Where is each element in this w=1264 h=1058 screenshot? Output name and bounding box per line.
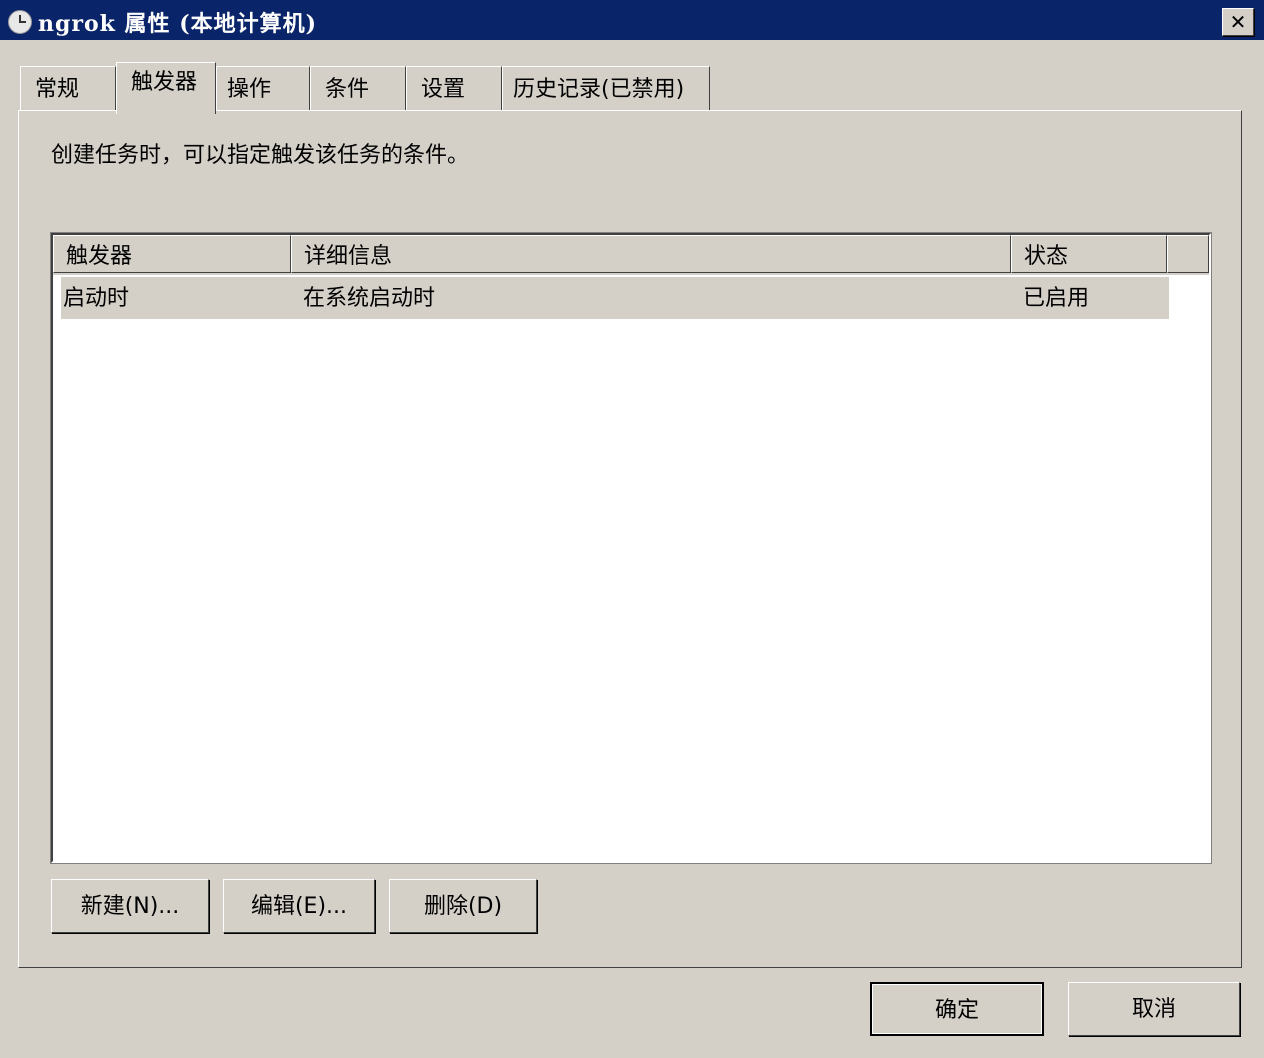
tab-triggers[interactable]: 触发器 — [116, 62, 216, 114]
cancel-button[interactable]: 取消 — [1068, 982, 1240, 1036]
delete-button[interactable]: 删除(D) — [389, 879, 537, 933]
clock-icon — [8, 10, 32, 34]
cell-status: 已启用 — [1023, 286, 1090, 311]
new-button[interactable]: 新建(N)... — [51, 879, 209, 933]
triggers-list[interactable]: 触发器 详细信息 状态 启动时 在系统启动时 已启用 — [50, 232, 1212, 864]
tab-settings[interactable]: 设置 — [406, 66, 502, 110]
tab-history[interactable]: 历史记录(已禁用) — [502, 66, 710, 110]
panel-description: 创建任务时，可以指定触发该任务的条件。 — [51, 143, 470, 168]
column-header-status[interactable]: 状态 — [1011, 235, 1167, 273]
column-header-trigger[interactable]: 触发器 — [53, 235, 291, 273]
title-bar[interactable]: ngrok 属性 (本地计算机) ✕ — [0, 0, 1264, 40]
ok-button[interactable]: 确定 — [870, 982, 1044, 1036]
column-header-filler — [1167, 235, 1209, 273]
list-header: 触发器 详细信息 状态 — [53, 235, 1209, 275]
cell-details: 在系统启动时 — [303, 286, 436, 311]
cell-trigger: 启动时 — [63, 286, 130, 311]
tab-panel-triggers: 创建任务时，可以指定触发该任务的条件。 触发器 详细信息 状态 启动时 在系统启… — [18, 110, 1242, 968]
edit-button[interactable]: 编辑(E)... — [223, 879, 375, 933]
window-title: ngrok 属性 (本地计算机) — [38, 11, 318, 37]
table-row[interactable]: 启动时 在系统启动时 已启用 — [61, 277, 1169, 319]
close-button[interactable]: ✕ — [1222, 8, 1254, 36]
tab-conditions[interactable]: 条件 — [310, 66, 406, 110]
tab-actions[interactable]: 操作 — [216, 66, 310, 110]
column-header-details[interactable]: 详细信息 — [291, 235, 1011, 273]
tab-general[interactable]: 常规 — [20, 66, 116, 110]
